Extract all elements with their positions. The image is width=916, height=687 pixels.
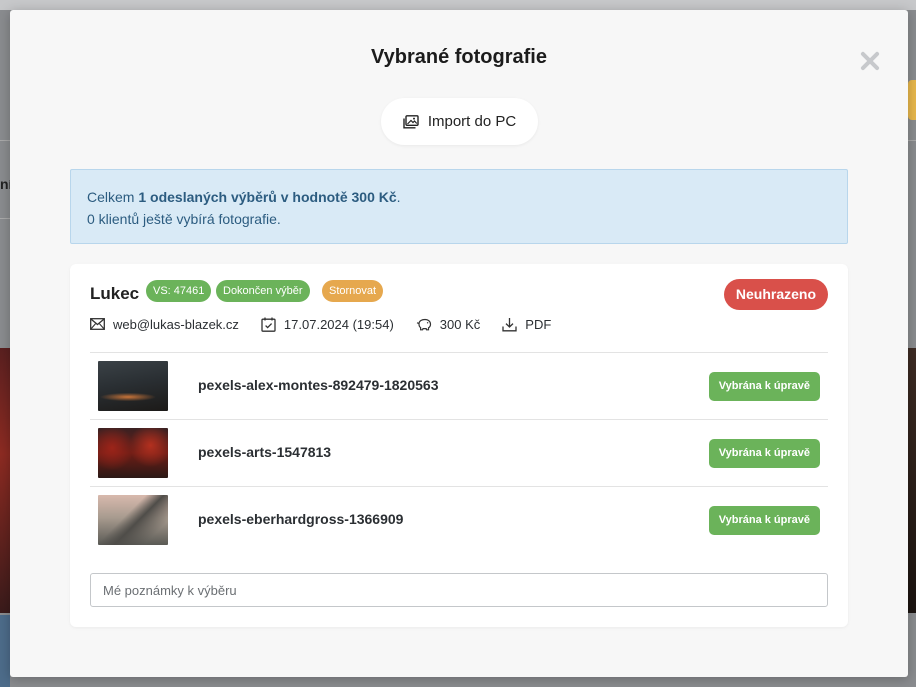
selected-for-editing-button[interactable]: Vybrána k úpravě xyxy=(708,506,820,535)
variable-symbol-badge: VS: 47461 xyxy=(146,280,212,302)
summary-alert: Celkem 1 odeslaných výběrů v hodnotě 300… xyxy=(70,169,848,244)
summary-suffix: . xyxy=(396,189,401,205)
import-button-label: Import do PC xyxy=(427,113,517,130)
piggy-bank-icon xyxy=(416,318,431,330)
selected-photos-modal: Vybrané fotografie Import do PC Celkem 1… xyxy=(10,10,908,677)
photo-row: pexels-arts-1547813 Vybrána k úpravě xyxy=(90,419,828,486)
photo-thumbnail[interactable] xyxy=(98,495,168,545)
summary-prefix: Celkem xyxy=(87,189,139,205)
meta-date-text: 17.07.2024 (19:54) xyxy=(283,316,394,332)
backdrop-image xyxy=(908,348,916,613)
import-to-pc-button[interactable]: Import do PC xyxy=(381,98,538,145)
meta-price-text: 300 Kč xyxy=(439,316,481,332)
backdrop-image xyxy=(0,348,10,613)
calendar-check-icon xyxy=(261,317,276,332)
photo-name: pexels-alex-montes-892479-1820563 xyxy=(198,377,439,393)
backdrop-right-badge xyxy=(908,80,916,120)
payment-status-badge: Neuhrazeno xyxy=(723,279,828,310)
selection-card: Lukec VS: 47461 Dokončen výběr Stornovat… xyxy=(70,264,848,627)
backdrop-divider xyxy=(0,140,10,141)
photo-name: pexels-eberhardgross-1366909 xyxy=(198,511,404,527)
photo-name: pexels-arts-1547813 xyxy=(198,444,332,460)
download-icon xyxy=(502,317,517,331)
envelope-icon xyxy=(90,318,105,330)
selected-for-editing-button[interactable]: Vybrána k úpravě xyxy=(708,372,820,401)
meta-email[interactable]: web@lukas-blazek.cz xyxy=(90,317,239,332)
photo-row: pexels-eberhardgross-1366909 Vybrána k ú… xyxy=(90,486,828,553)
client-name: Lukec xyxy=(90,284,140,303)
selected-photo-list: pexels-alex-montes-892479-1820563 Vybrán… xyxy=(90,352,828,553)
modal-title: Vybrané fotografie xyxy=(371,46,547,68)
backdrop-divider xyxy=(908,140,916,141)
image-icon xyxy=(403,114,419,128)
close-icon[interactable] xyxy=(857,48,883,74)
summary-line-2: 0 klientů ještě vybírá fotografie. xyxy=(87,211,281,227)
selection-meta: web@lukas-blazek.cz 17.07.2024 (19:54) 3… xyxy=(90,315,573,333)
completed-badge: Dokončen výběr xyxy=(216,280,310,302)
meta-date: 17.07.2024 (19:54) xyxy=(261,317,394,332)
download-pdf-link[interactable]: PDF xyxy=(502,317,551,332)
summary-line-1: Celkem 1 odeslaných výběrů v hodnotě 300… xyxy=(87,186,831,208)
photo-thumbnail[interactable] xyxy=(98,361,168,411)
photo-thumbnail[interactable] xyxy=(98,428,168,478)
cancel-selection-button[interactable]: Stornovat xyxy=(322,280,384,302)
selected-for-editing-button[interactable]: Vybrána k úpravě xyxy=(708,439,820,468)
summary-total: 1 odeslaných výběrů v hodnotě 300 Kč xyxy=(138,189,397,205)
download-pdf-label: PDF xyxy=(525,316,552,332)
backdrop-divider xyxy=(0,218,10,219)
meta-price: 300 Kč xyxy=(416,317,480,332)
meta-email-text: web@lukas-blazek.cz xyxy=(113,316,239,332)
photo-row: pexels-alex-montes-892479-1820563 Vybrán… xyxy=(90,352,828,419)
backdrop-image xyxy=(0,615,10,687)
backdrop-top-strip xyxy=(0,0,916,10)
selection-notes-input[interactable] xyxy=(90,573,828,607)
